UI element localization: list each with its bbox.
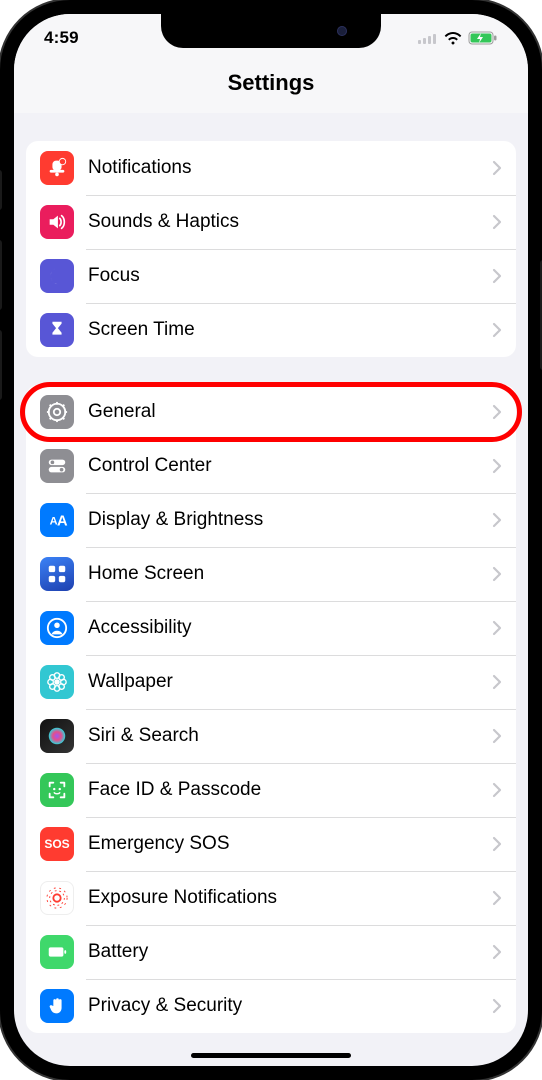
settings-row-label: Notifications: [88, 157, 492, 179]
svg-text:A: A: [57, 514, 68, 530]
chevron-right-icon: [492, 674, 502, 690]
chevron-right-icon: [492, 728, 502, 744]
volume-down-button: [0, 330, 2, 400]
settings-row-general[interactable]: General: [26, 385, 516, 439]
status-indicators: [418, 31, 498, 45]
settings-row-accessibility[interactable]: Accessibility: [26, 601, 516, 655]
chevron-right-icon: [492, 214, 502, 230]
chevron-right-icon: [492, 322, 502, 338]
settings-row-label: Exposure Notifications: [88, 887, 492, 909]
settings-row-exposure[interactable]: Exposure Notifications: [26, 871, 516, 925]
page-title: Settings: [14, 70, 528, 96]
settings-row-focus[interactable]: Focus: [26, 249, 516, 303]
settings-row-sos[interactable]: SOS Emergency SOS: [26, 817, 516, 871]
flower-icon: [40, 665, 74, 699]
settings-row-wallpaper[interactable]: Wallpaper: [26, 655, 516, 709]
chevron-right-icon: [492, 268, 502, 284]
text-size-icon: AA: [40, 503, 74, 537]
mute-switch: [0, 170, 2, 210]
hourglass-icon: [40, 313, 74, 347]
device-frame: 4:59 Settings Notifications Sounds & Hap…: [0, 0, 542, 1080]
cellular-icon: [418, 32, 438, 44]
gear-icon: [40, 395, 74, 429]
sos-icon: SOS: [40, 827, 74, 861]
chevron-right-icon: [492, 944, 502, 960]
battery-icon: [468, 31, 498, 45]
settings-row-label: Accessibility: [88, 617, 492, 639]
chevron-right-icon: [492, 998, 502, 1014]
home-indicator[interactable]: [191, 1053, 351, 1058]
chevron-right-icon: [492, 782, 502, 798]
settings-row-label: Display & Brightness: [88, 509, 492, 531]
bell-icon: [40, 151, 74, 185]
status-time: 4:59: [44, 28, 79, 48]
settings-row-sounds[interactable]: Sounds & Haptics: [26, 195, 516, 249]
settings-row-label: Battery: [88, 941, 492, 963]
settings-row-label: Focus: [88, 265, 492, 287]
settings-row-controlcenter[interactable]: Control Center: [26, 439, 516, 493]
settings-row-label: General: [88, 401, 492, 423]
grid-icon: [40, 557, 74, 591]
siri-icon: [40, 719, 74, 753]
settings-row-notifications[interactable]: Notifications: [26, 141, 516, 195]
hand-icon: [40, 989, 74, 1023]
settings-row-privacy[interactable]: Privacy & Security: [26, 979, 516, 1033]
settings-group: General Control Center AA Display & Brig…: [26, 385, 516, 1033]
face-icon: [40, 773, 74, 807]
settings-row-label: Sounds & Haptics: [88, 211, 492, 233]
settings-group: Notifications Sounds & Haptics Focus Scr…: [26, 141, 516, 357]
settings-row-label: Privacy & Security: [88, 995, 492, 1017]
settings-row-label: Home Screen: [88, 563, 492, 585]
chevron-right-icon: [492, 512, 502, 528]
moon-icon: [40, 259, 74, 293]
chevron-right-icon: [492, 620, 502, 636]
chevron-right-icon: [492, 404, 502, 420]
settings-row-label: Siri & Search: [88, 725, 492, 747]
speaker-icon: [40, 205, 74, 239]
settings-row-label: Emergency SOS: [88, 833, 492, 855]
volume-up-button: [0, 240, 2, 310]
settings-row-siri[interactable]: Siri & Search: [26, 709, 516, 763]
wifi-icon: [444, 32, 462, 45]
content-scroll[interactable]: Notifications Sounds & Haptics Focus Scr…: [14, 113, 528, 1066]
settings-row-homescreen[interactable]: Home Screen: [26, 547, 516, 601]
settings-row-label: Screen Time: [88, 319, 492, 341]
settings-row-faceid[interactable]: Face ID & Passcode: [26, 763, 516, 817]
front-camera: [337, 26, 347, 36]
exposure-icon: [40, 881, 74, 915]
settings-row-screentime[interactable]: Screen Time: [26, 303, 516, 357]
chevron-right-icon: [492, 890, 502, 906]
chevron-right-icon: [492, 458, 502, 474]
header: Settings: [14, 62, 528, 113]
settings-row-display[interactable]: AA Display & Brightness: [26, 493, 516, 547]
battery-icon: [40, 935, 74, 969]
notch: [161, 14, 381, 48]
settings-row-battery[interactable]: Battery: [26, 925, 516, 979]
chevron-right-icon: [492, 160, 502, 176]
chevron-right-icon: [492, 566, 502, 582]
settings-row-label: Control Center: [88, 455, 492, 477]
toggles-icon: [40, 449, 74, 483]
settings-row-label: Wallpaper: [88, 671, 492, 693]
person-icon: [40, 611, 74, 645]
screen: 4:59 Settings Notifications Sounds & Hap…: [14, 14, 528, 1066]
settings-row-label: Face ID & Passcode: [88, 779, 492, 801]
chevron-right-icon: [492, 836, 502, 852]
